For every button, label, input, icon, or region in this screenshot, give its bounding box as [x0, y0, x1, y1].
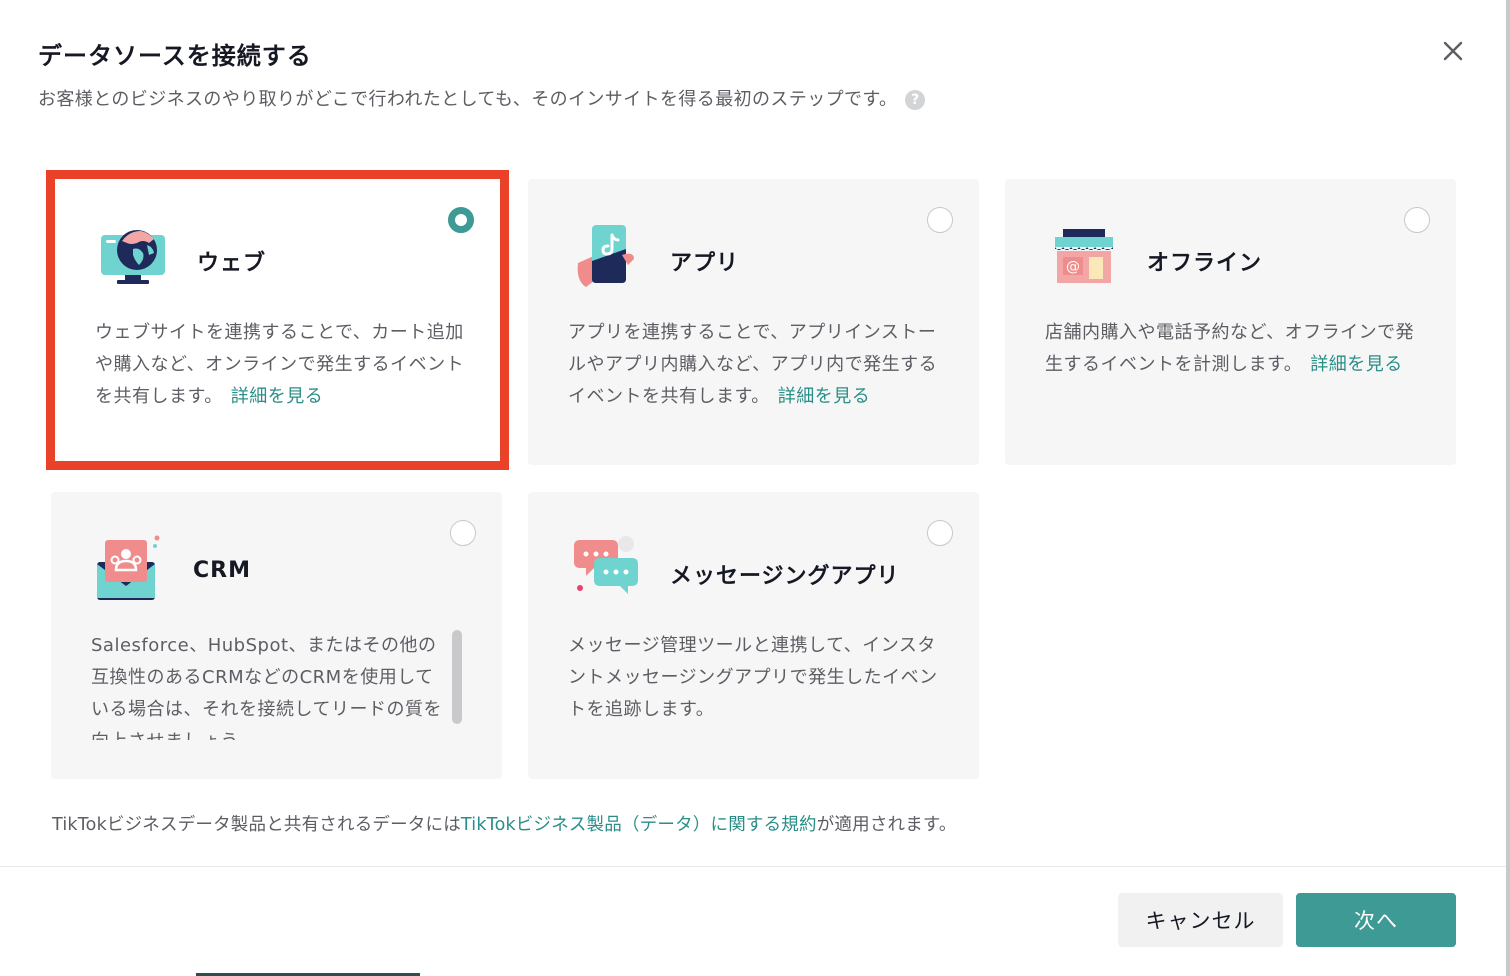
- close-button[interactable]: [1438, 36, 1468, 66]
- radio-web[interactable]: [448, 207, 474, 233]
- radio-app[interactable]: [927, 207, 953, 233]
- data-source-card-messaging[interactable]: メッセージングアプリ メッセージ管理ツールと連携して、インスタントメッセージング…: [528, 492, 979, 779]
- card-description-text: アプリを連携することで、アプリインストールやアプリ内購入など、アプリ内で発生する…: [568, 322, 938, 407]
- learn-more-link-web[interactable]: 詳細を見る: [231, 386, 324, 407]
- svg-text:@: @: [1066, 259, 1080, 275]
- footnote-suffix: が適用されます。: [816, 815, 957, 835]
- description-scrollbar[interactable]: [452, 630, 462, 724]
- data-source-card-offline[interactable]: @ オフライン 店舗内購入や電話予約など、オフラインで発生するイベントを計測しま…: [1005, 179, 1456, 465]
- learn-more-link-offline[interactable]: 詳細を見る: [1310, 354, 1403, 375]
- data-source-card-crm[interactable]: CRM Salesforce、HubSpot、またはその他の互換性のあるCRMな…: [51, 492, 502, 779]
- card-description-web: ウェブサイトを連携することで、カート追加や購入など、オンラインで発生するイベント…: [95, 317, 465, 413]
- card-title-messaging: メッセージングアプリ: [670, 564, 900, 589]
- card-description-crm: Salesforce、HubSpot、またはその他の互換性のあるCRMなどのCR…: [91, 635, 442, 740]
- terms-link[interactable]: TikTokビジネス製品（データ）に関する規約: [461, 815, 817, 835]
- connect-data-source-dialog: データソースを接続する お客様とのビジネスのやり取りがどこで行われたとしても、そ…: [0, 0, 1510, 976]
- help-icon[interactable]: ?: [905, 90, 926, 110]
- card-title-web: ウェブ: [197, 251, 267, 276]
- radio-offline[interactable]: [1404, 207, 1430, 233]
- terms-footnote: TikTokビジネスデータ製品と共有されるデータにはTikTokビジネス製品（デ…: [52, 811, 957, 836]
- window-edge: [1506, 0, 1510, 976]
- storefront-icon: @: [1055, 229, 1113, 283]
- data-source-card-web[interactable]: ウェブ ウェブサイトを連携することで、カート追加や購入など、オンラインで発生する…: [55, 179, 500, 462]
- card-title-offline: オフライン: [1147, 251, 1263, 276]
- chat-bubbles-icon: [574, 536, 638, 594]
- contacts-envelope-icon: [97, 535, 160, 600]
- phone-in-hand-icon: [577, 225, 634, 287]
- radio-crm[interactable]: [450, 520, 476, 546]
- card-title-app: アプリ: [670, 251, 740, 276]
- close-icon: [1443, 41, 1463, 61]
- card-description-app: アプリを連携することで、アプリインストールやアプリ内購入など、アプリ内で発生する…: [568, 317, 938, 413]
- globe-monitor-icon: [101, 230, 165, 284]
- footer-divider: [0, 866, 1506, 867]
- dialog-subtitle: お客様とのビジネスのやり取りがどこで行われたとしても、そのインサイトを得る最初の…: [38, 85, 926, 111]
- cancel-button[interactable]: キャンセル: [1118, 893, 1283, 947]
- card-description-messaging: メッセージ管理ツールと連携して、インスタントメッセージングアプリで発生したイベン…: [568, 635, 938, 720]
- footnote-prefix: TikTokビジネスデータ製品と共有されるデータには: [52, 815, 461, 835]
- subtitle-text: お客様とのビジネスのやり取りがどこで行われたとしても、そのインサイトを得る最初の…: [38, 89, 898, 110]
- radio-messaging[interactable]: [927, 520, 953, 546]
- dialog-title: データソースを接続する: [38, 42, 312, 70]
- data-source-card-app[interactable]: アプリ アプリを連携することで、アプリインストールやアプリ内購入など、アプリ内で…: [528, 179, 979, 465]
- next-button[interactable]: 次へ: [1296, 893, 1456, 947]
- card-description-offline: 店舗内購入や電話予約など、オフラインで発生するイベントを計測します。 詳細を見る: [1045, 317, 1415, 381]
- learn-more-link-app[interactable]: 詳細を見る: [778, 386, 871, 407]
- card-title-crm: CRM: [193, 558, 251, 583]
